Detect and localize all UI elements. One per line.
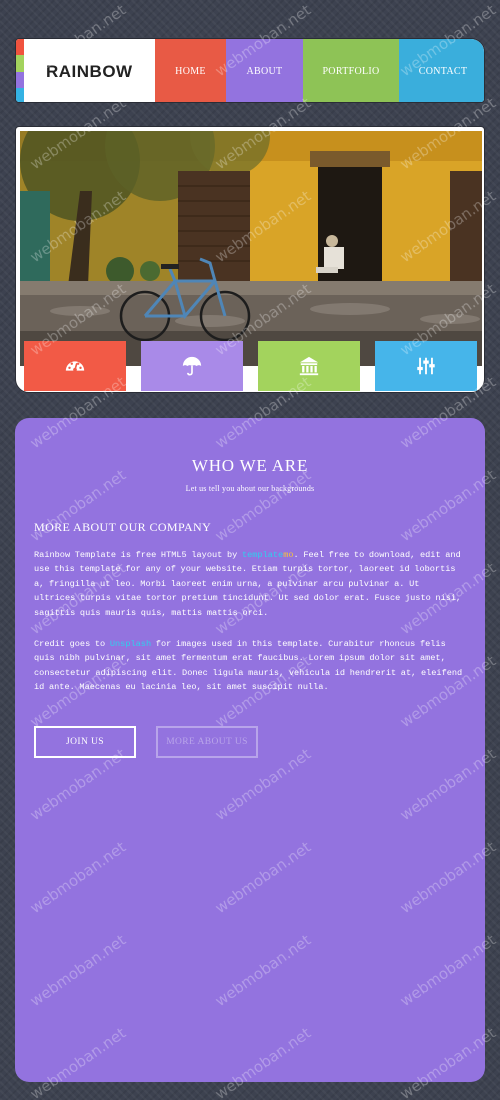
feature-tile-umbrella[interactable] [141, 341, 243, 391]
templatemo-link[interactable]: template [242, 550, 283, 560]
feature-tile-bank[interactable] [258, 341, 360, 391]
more-about-us-button[interactable]: MORE ABOUT US [156, 726, 258, 758]
site-header: RAINBOW HOME ABOUT PORTFOLIO CONTACT [15, 38, 485, 103]
nav-portfolio[interactable]: PORTFOLIO [303, 39, 399, 102]
nav-contact[interactable]: CONTACT [399, 39, 484, 102]
logo-stripes [16, 39, 24, 102]
about-paragraph-1: Rainbow Template is free HTML5 layout by… [34, 550, 462, 618]
nav-about[interactable]: ABOUT [226, 39, 303, 102]
about-paragraph-2: Credit goes to Unsplash for images used … [34, 639, 463, 693]
section-title: WHO WE ARE [191, 456, 309, 475]
dashboard-icon [65, 361, 85, 372]
about-section: WHO WE ARE Let us tell you about our bac… [15, 418, 485, 1082]
templatemo-link-suffix[interactable]: mo [283, 550, 293, 560]
umbrella-icon [182, 356, 202, 376]
join-us-button[interactable]: JOIN US [34, 726, 136, 758]
feature-tile-dashboard[interactable] [24, 341, 126, 391]
hero-photo [20, 131, 482, 366]
hero-section [15, 126, 485, 393]
company-heading: MORE ABOUT OUR COMPANY [34, 520, 212, 534]
section-subtitle: Let us tell you about our backgrounds [185, 484, 315, 493]
main-nav: HOME ABOUT PORTFOLIO CONTACT [155, 39, 484, 102]
sliders-icon [417, 357, 435, 375]
nav-home[interactable]: HOME [155, 39, 226, 102]
unsplash-link[interactable]: Unsplash [110, 639, 151, 649]
feature-tile-sliders[interactable] [375, 341, 477, 391]
feature-tiles [24, 341, 482, 391]
site-logo[interactable]: RAINBOW [46, 39, 156, 102]
bank-icon [299, 356, 319, 376]
